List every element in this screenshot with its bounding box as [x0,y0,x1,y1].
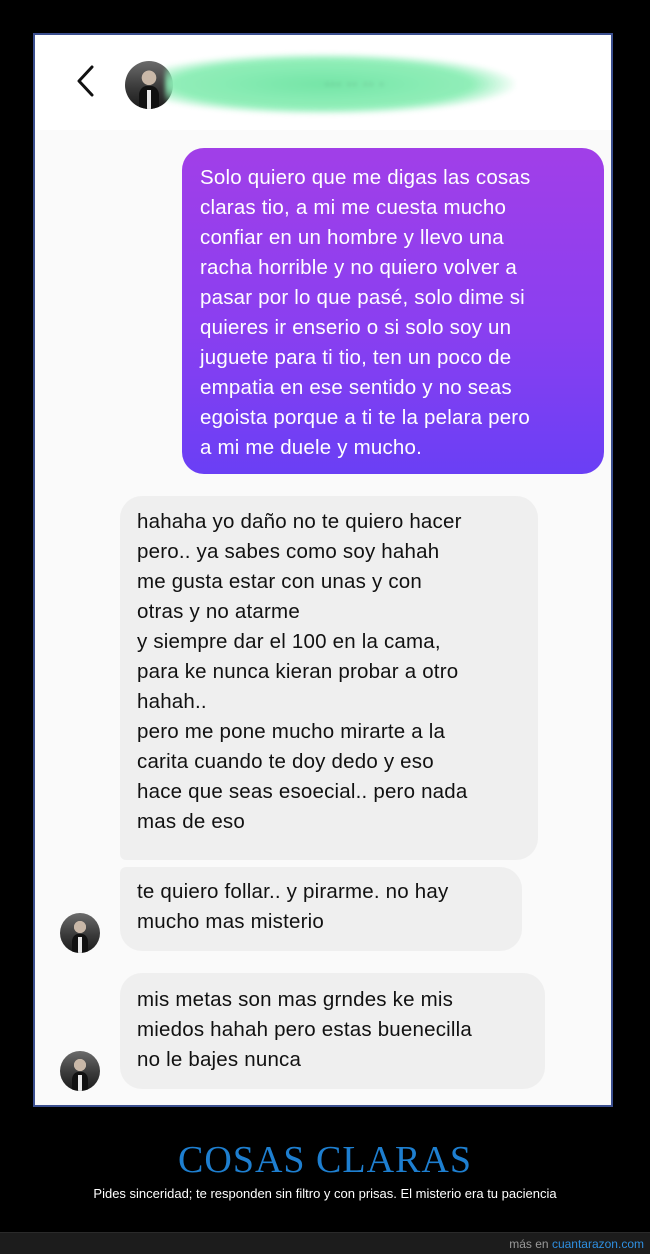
message-line: a mi me duele y mucho. [200,436,423,459]
site-link[interactable]: cuantarazon.com [552,1237,644,1251]
received-message-bubble[interactable]: hahaha yo daño no te quiero hacer pero..… [120,496,538,860]
message-line: y siempre dar el 100 en la cama, [137,630,441,653]
message-line: para ke nunca kieran probar a otro [137,660,459,683]
credit-prefix: más en [509,1237,549,1251]
message-line: confiar en un hombre y llevo una [200,226,504,249]
message-line: mucho mas misterio [137,910,325,933]
sent-message-bubble[interactable]: Solo quiero que me digas las cosas clara… [182,148,604,474]
message-line: miedos hahah pero estas buenecilla [137,1018,473,1041]
received-message-bubble[interactable]: te quiero follar.. y pirarme. no hay muc… [120,867,522,951]
message-line: Solo quiero que me digas las cosas [200,166,531,189]
redacted-marks: ··· ·· ·· · [325,75,385,91]
message-line: hace que seas esoecial.. pero nada [137,780,468,803]
message-line: claras tio, a mi me cuesta mucho [200,196,507,219]
message-line: empatia en ese sentido y no seas [200,376,512,399]
redacted-contact-name: ··· ·· ·· · [165,53,515,115]
screenshot-frame: ··· ·· ·· · Solo quiero que me digas las… [33,33,613,1107]
footer-bar: más en cuantarazon.com [0,1232,650,1254]
message-line: carita cuando te doy dedo y eso [137,750,434,773]
site-credit: más en cuantarazon.com [509,1237,644,1251]
message-line: no le bajes nunca [137,1048,302,1071]
message-line: hahah.. [137,690,207,713]
message-line: juguete para ti tio, ten un poco de [200,346,512,369]
message-line: quieres ir enserio o si solo soy un [200,316,512,339]
message-line: me gusta estar con unas y con [137,570,422,593]
chevron-left-icon [77,65,94,97]
message-line: mis metas son mas grndes ke mis [137,988,454,1011]
caption-title: COSAS CLARAS [178,1139,472,1181]
message-line: racha horrible y no quiero volver a [200,256,517,279]
message-line: hahaha yo daño no te quiero hacer [137,510,462,533]
chat-header: ··· ·· ·· · [35,35,611,130]
received-message-bubble[interactable]: mis metas son mas grndes ke mis miedos h… [120,973,545,1089]
message-line: mas de eso [137,810,245,833]
message-line: te quiero follar.. y pirarme. no hay [137,880,449,903]
caption-subtitle: Pides sinceridad; te responden sin filtr… [93,1186,557,1201]
message-line: pero.. ya sabes como soy hahah [137,540,440,563]
sender-avatar[interactable] [60,913,100,953]
back-button[interactable] [71,61,101,101]
message-line: pasar por lo que pasé, solo dime si [200,286,525,309]
message-line: otras y no atarme [137,600,300,623]
sender-avatar[interactable] [60,1051,100,1091]
message-line: pero me pone mucho mirarte a la [137,720,446,743]
message-line: egoista porque a ti te la pelara pero [200,406,530,429]
